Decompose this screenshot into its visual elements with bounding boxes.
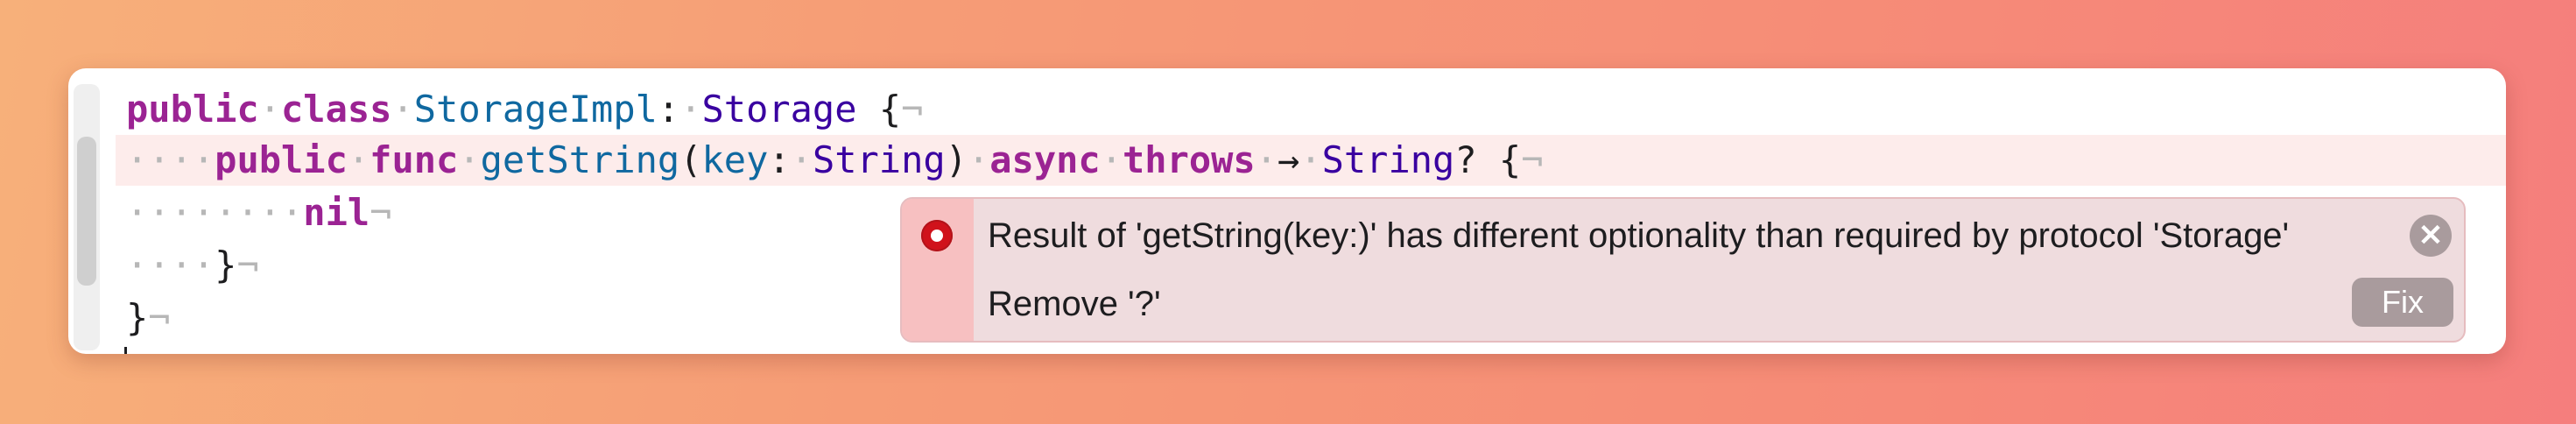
whitespace-marker: · xyxy=(1299,138,1322,181)
error-icon xyxy=(921,220,953,251)
code-line-1[interactable]: public·class·StorageImpl:·Storage {¬ xyxy=(68,84,923,135)
function-name: getString xyxy=(480,138,680,181)
keyword-class: class xyxy=(281,88,392,131)
end-of-line-marker: ¬ xyxy=(1521,138,1544,181)
whitespace-marker: · xyxy=(391,88,414,131)
end-of-line-marker: ¬ xyxy=(148,296,171,339)
whitespace-marker: · xyxy=(679,88,702,131)
keyword-async: async xyxy=(989,138,1101,181)
whitespace-marker: · xyxy=(790,138,813,181)
whitespace-marker: · xyxy=(1255,138,1278,181)
paren-open: ( xyxy=(679,138,702,181)
return-arrow: → xyxy=(1277,138,1300,181)
code-line-content: ····}¬ xyxy=(126,240,259,291)
close-brace: } xyxy=(126,296,149,339)
open-brace: { xyxy=(1498,138,1522,181)
keyword-func: func xyxy=(370,138,459,181)
whitespace-marker: · xyxy=(258,88,282,131)
parameter-name: key xyxy=(701,138,769,181)
code-line-4[interactable]: ····}¬ xyxy=(68,240,259,291)
protocol-name: Storage xyxy=(701,88,857,131)
whitespace-marker: · xyxy=(967,138,990,181)
optional-marker: ? xyxy=(1454,138,1477,181)
code-line-content: ········nil¬ xyxy=(126,187,391,238)
code-line-content: public·class·StorageImpl:·Storage {¬ xyxy=(126,84,923,135)
keyword-throws: throws xyxy=(1123,138,1256,181)
whitespace-marker: · xyxy=(1100,138,1123,181)
whitespace-marker: · xyxy=(347,138,370,181)
fix-button[interactable]: Fix xyxy=(2352,278,2453,327)
end-of-line-marker: ¬ xyxy=(901,88,924,131)
end-of-line-marker: ¬ xyxy=(370,191,392,234)
keyword-nil: nil xyxy=(303,191,370,234)
indent-marker: ········ xyxy=(126,191,304,234)
end-of-line-marker: ¬ xyxy=(236,244,259,286)
keyword-public: public xyxy=(215,138,348,181)
open-brace: { xyxy=(878,88,902,131)
close-brace: } xyxy=(215,244,237,286)
whitespace-marker: · xyxy=(458,138,481,181)
fix-description: Remove '?' xyxy=(988,285,1161,323)
parameter-type: String xyxy=(812,138,946,181)
class-name: StorageImpl xyxy=(413,88,658,131)
error-message: Result of 'getString(key:)' has differen… xyxy=(988,216,2290,255)
code-line-2-error[interactable]: ····public·func·getString(key:·String)·a… xyxy=(116,135,2506,186)
paren-close: ) xyxy=(945,138,968,181)
colon: : xyxy=(768,138,791,181)
keyword-public: public xyxy=(126,88,259,131)
return-type: String xyxy=(1321,138,1455,181)
indent-marker: ···· xyxy=(126,138,215,181)
error-diagnostic-popover: Result of 'getString(key:)' has differen… xyxy=(900,197,2466,343)
code-line-5[interactable]: }¬ xyxy=(68,293,171,343)
close-icon[interactable]: ✕ xyxy=(2410,215,2452,257)
code-line-content: }¬ xyxy=(126,293,171,343)
error-gutter-strip xyxy=(902,199,974,341)
colon: : xyxy=(657,88,680,131)
indent-marker: ···· xyxy=(126,244,215,286)
code-line-3[interactable]: ········nil¬ xyxy=(68,187,391,238)
text-cursor xyxy=(124,347,127,354)
code-line-content: ····public·func·getString(key:·String)·a… xyxy=(126,135,1544,186)
